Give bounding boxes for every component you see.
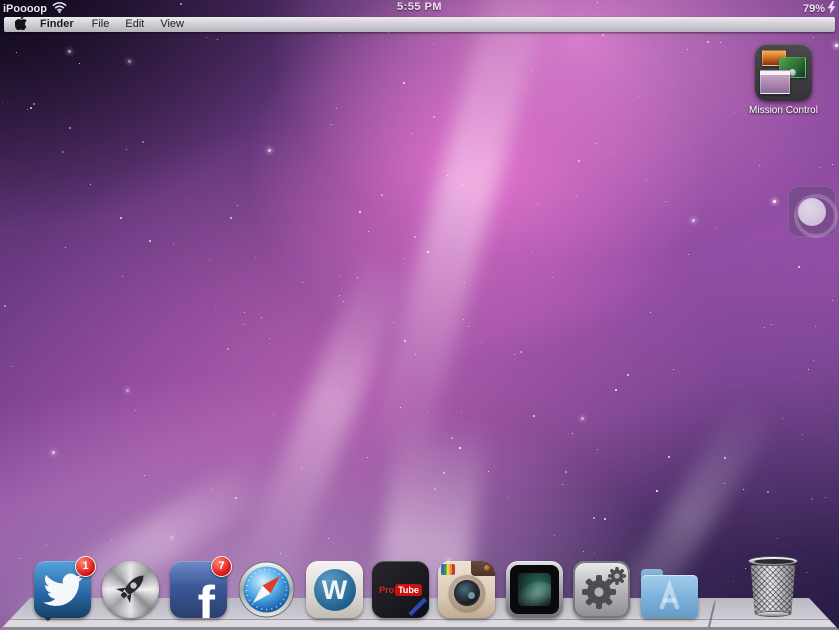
dock-item-safari[interactable]	[238, 561, 295, 618]
battery-percent: 79%	[803, 3, 825, 15]
trash-base	[756, 611, 790, 617]
mission-control-shortcut[interactable]: Mission Control	[741, 44, 826, 116]
dock-front-edge	[0, 619, 839, 627]
dock-item-media-player[interactable]	[506, 561, 563, 618]
apple-logo-icon[interactable]	[10, 16, 32, 33]
retro-camera-icon	[449, 575, 485, 611]
protube-label-pro: Pro	[379, 585, 394, 595]
protube-label-tube: Tube	[395, 584, 422, 596]
dock-item-settings[interactable]	[573, 561, 630, 618]
mission-control-label: Mission Control	[741, 105, 826, 116]
dock-item-instagram[interactable]	[438, 561, 495, 618]
status-bar: iPoooop 5:55 PM 79%	[0, 0, 839, 17]
menu-bar: Finder File Edit View	[4, 17, 835, 32]
dock-item-rocket-launcher[interactable]	[102, 561, 159, 618]
gears-icon	[573, 561, 630, 618]
charging-bolt-icon	[827, 1, 836, 17]
twitter-bird-icon	[43, 573, 83, 607]
dock-item-trash[interactable]	[747, 556, 799, 617]
camera-flash	[484, 565, 490, 571]
trash-can-icon	[747, 561, 799, 615]
ipod-nano-icon	[510, 565, 559, 614]
menu-item-view[interactable]: View	[152, 17, 192, 32]
compass-icon	[238, 561, 295, 618]
menu-item-file[interactable]: File	[84, 17, 118, 32]
menu-item-finder[interactable]: Finder	[32, 17, 84, 32]
notification-badge: 1	[75, 556, 96, 577]
clock: 5:55 PM	[0, 1, 839, 13]
assistive-touch-core	[798, 198, 826, 226]
wordpress-w-icon: W	[314, 569, 356, 611]
mission-control-icon	[755, 44, 812, 101]
dock-item-wordpress[interactable]: W	[306, 561, 363, 618]
rocket-icon	[102, 561, 159, 618]
facebook-f-icon: f	[198, 579, 215, 618]
notification-badge: 7	[211, 556, 232, 577]
window-thumbnail	[760, 70, 790, 94]
app-store-folder-icon	[641, 575, 698, 618]
assistive-touch-button[interactable]	[788, 186, 836, 237]
desktop-screen: iPoooop 5:55 PM 79%	[0, 0, 839, 630]
dock-item-applications-folder[interactable]	[641, 561, 698, 618]
rainbow-stripe	[441, 564, 455, 575]
aurora-streak	[366, 0, 557, 469]
dock-item-twitter[interactable]: 1	[34, 561, 91, 618]
camera-leather-top	[471, 561, 495, 576]
dock-item-protube[interactable]: Pro Tube	[372, 561, 429, 618]
dock-item-facebook[interactable]: f 7	[170, 561, 227, 618]
menu-item-edit[interactable]: Edit	[117, 17, 152, 32]
trash-rim	[748, 556, 798, 566]
